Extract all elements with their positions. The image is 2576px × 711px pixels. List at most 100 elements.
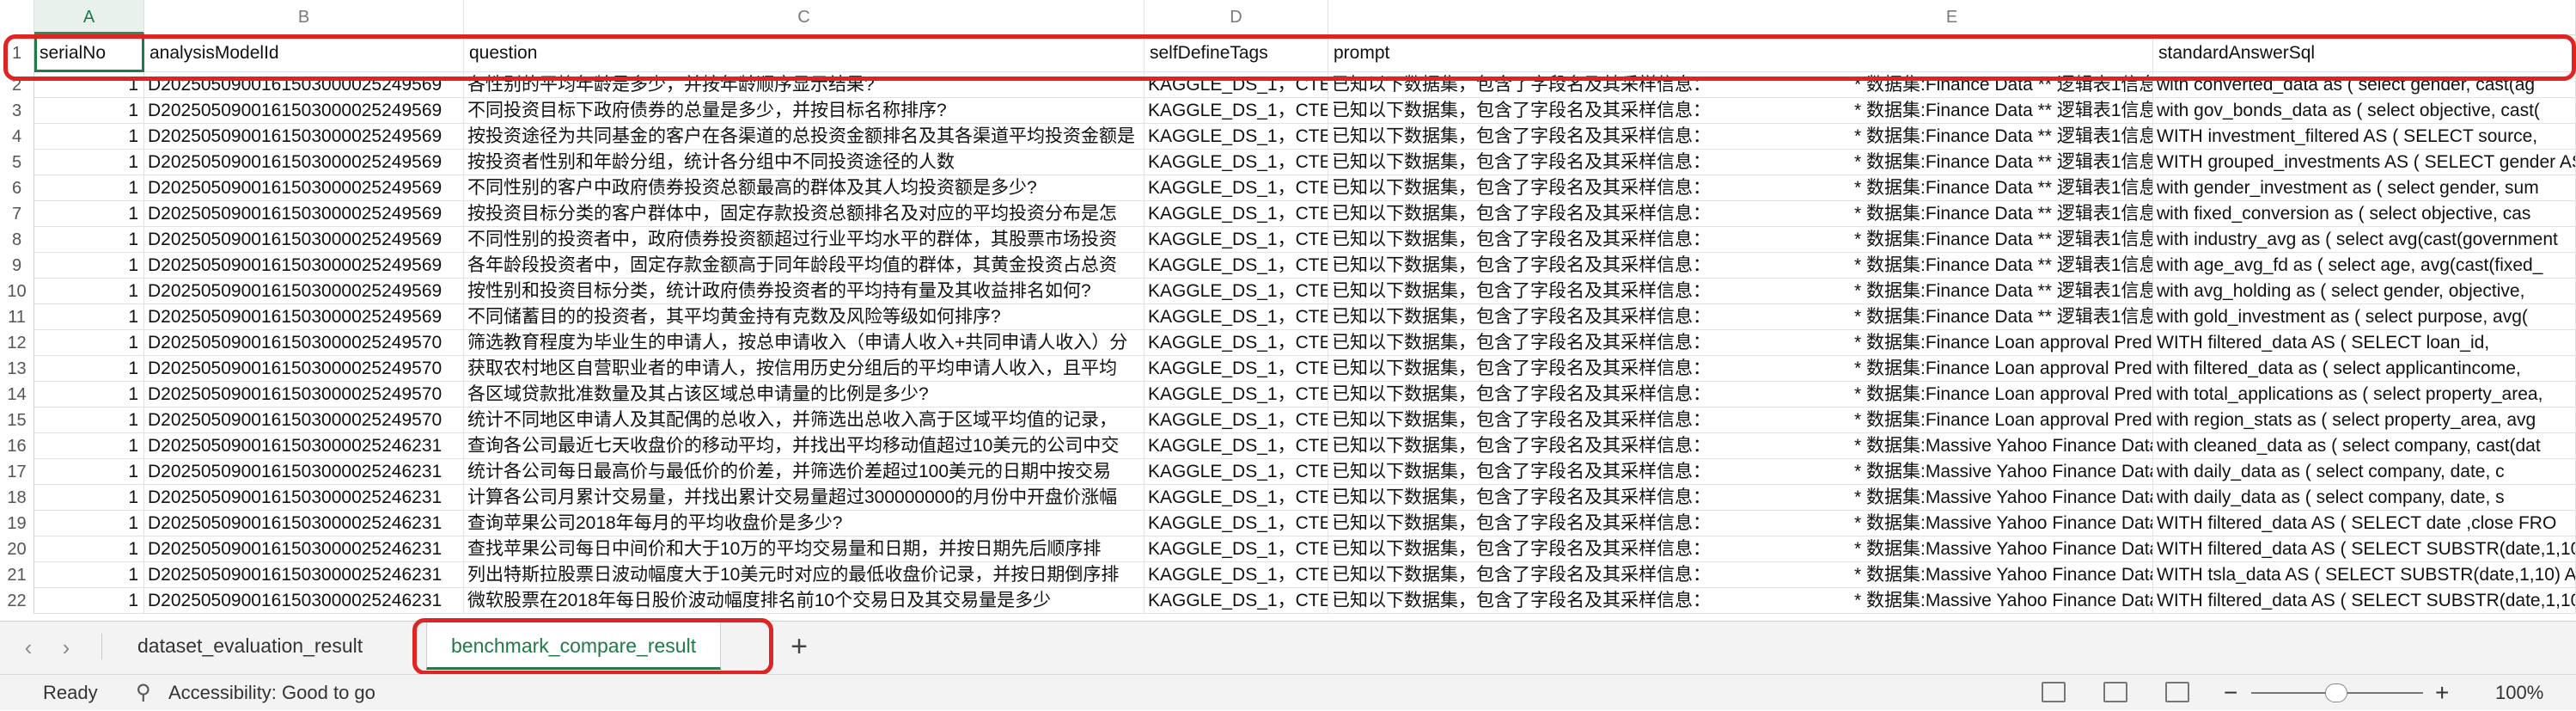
accessibility-status[interactable]: Accessibility: Good to go bbox=[168, 675, 375, 711]
row-number[interactable]: 11 bbox=[0, 304, 34, 330]
table-cell[interactable]: 列出特斯拉股票日波动幅度大于10美元时对应的最低收盘价记录，并按日期倒序排 bbox=[464, 562, 1145, 588]
table-cell[interactable]: 各年龄段投资者中，固定存款金额高于同年龄段平均值的群体，其黄金投资占总资 bbox=[464, 253, 1145, 279]
table-cell[interactable]: 1 bbox=[34, 382, 144, 408]
table-cell[interactable]: * 数据集:Finance Data ** 逻辑表1信息:*** 逻辑表名称 bbox=[1851, 124, 2153, 150]
table-cell[interactable]: D2025050900161503000025249569 bbox=[144, 201, 464, 227]
row-number[interactable]: 21 bbox=[0, 562, 34, 588]
table-cell[interactable]: * 数据集:Finance Data ** 逻辑表1信息:*** 逻辑表名称 bbox=[1851, 253, 2153, 279]
table-cell[interactable]: * 数据集:Massive Yahoo Finance Dataset ** 逻… bbox=[1851, 536, 2153, 562]
table-cell[interactable]: KAGGLE_DS_1，CTE4 bbox=[1145, 433, 1328, 459]
table-cell[interactable]: D2025050900161503000025249569 bbox=[144, 304, 464, 330]
table-cell[interactable]: with gender_investment as ( select gende… bbox=[2153, 175, 2576, 201]
table-cell[interactable]: KAGGLE_DS_1，CTE1 bbox=[1145, 562, 1328, 588]
table-cell[interactable]: D2025050900161503000025249569 bbox=[144, 227, 464, 253]
table-cell[interactable]: with gov_bonds_data as ( select objectiv… bbox=[2153, 98, 2576, 124]
table-cell[interactable]: 1 bbox=[34, 408, 144, 433]
table-cell[interactable]: KAGGLE_DS_1，CTE1 bbox=[1145, 98, 1328, 124]
table-cell[interactable]: D2025050900161503000025249569 bbox=[144, 72, 464, 98]
table-cell[interactable]: 按投资目标分类的客户群体中，固定存款投资总额排名及对应的平均投资分布是怎 bbox=[464, 201, 1145, 227]
table-cell[interactable]: with fixed_conversion as ( select object… bbox=[2153, 201, 2576, 227]
row-number[interactable]: 3 bbox=[0, 98, 34, 124]
accessibility-icon[interactable]: ⚲ bbox=[136, 675, 151, 711]
table-cell[interactable]: * 数据集:Massive Yahoo Finance Dataset ** 逻… bbox=[1851, 511, 2153, 536]
zoom-level[interactable]: 100% bbox=[2495, 675, 2543, 711]
table-cell[interactable]: 1 bbox=[34, 253, 144, 279]
table-cell[interactable]: 查询各公司最近七天收盘价的移动平均，并找出平均移动值超过10美元的公司中交 bbox=[464, 433, 1145, 459]
table-cell[interactable]: with cleaned_data as ( select company, c… bbox=[2153, 433, 2576, 459]
row-number[interactable]: 2 bbox=[0, 72, 34, 98]
row-number[interactable]: 15 bbox=[0, 408, 34, 433]
column-header-d[interactable]: D bbox=[1145, 0, 1328, 34]
table-cell[interactable]: WITH tsla_data AS ( SELECT SUBSTR(date,1… bbox=[2153, 562, 2576, 588]
table-cell[interactable]: * 数据集:Massive Yahoo Finance Dataset ** 逻… bbox=[1851, 562, 2153, 588]
table-cell[interactable]: KAGGLE_DS_1，CTE3 bbox=[1145, 253, 1328, 279]
row-number[interactable]: 14 bbox=[0, 382, 34, 408]
table-cell[interactable]: * 数据集:Finance Loan approval Prediction D… bbox=[1851, 408, 2153, 433]
row-number[interactable]: 8 bbox=[0, 227, 34, 253]
row-number[interactable]: 4 bbox=[0, 124, 34, 150]
table-cell[interactable]: KAGGLE_DS_1，CTE2 bbox=[1145, 124, 1328, 150]
spreadsheet-grid[interactable]: A B C D E 1 serialNo analysisModelId questi… bbox=[0, 0, 2576, 621]
table-cell[interactable]: 1 bbox=[34, 433, 144, 459]
table-cell[interactable]: KAGGLE_DS_1，CTE3 bbox=[1145, 279, 1328, 304]
table-cell[interactable]: 1 bbox=[34, 588, 144, 614]
table-cell[interactable]: 1 bbox=[34, 459, 144, 485]
table-cell[interactable]: WITH filtered_data AS ( SELECT date ,clo… bbox=[2153, 511, 2576, 536]
table-cell[interactable]: D2025050900161503000025249569 bbox=[144, 253, 464, 279]
header-cell-analysismodelid[interactable]: analysisModelId bbox=[144, 34, 464, 72]
table-cell[interactable]: D2025050900161503000025246231 bbox=[144, 562, 464, 588]
page-layout-view-icon[interactable] bbox=[2103, 682, 2127, 702]
row-number[interactable]: 5 bbox=[0, 150, 34, 175]
table-cell[interactable]: 查找苹果公司每日中间价和大于10万的平均交易量和日期，并按日期先后顺序排 bbox=[464, 536, 1145, 562]
table-cell[interactable]: * 数据集:Finance Data ** 逻辑表1信息:*** 逻辑表名称 bbox=[1851, 150, 2153, 175]
row-number[interactable]: 22 bbox=[0, 588, 34, 614]
table-cell[interactable]: KAGGLE_DS_1，CTE1 bbox=[1145, 150, 1328, 175]
table-cell[interactable]: D2025050900161503000025249569 bbox=[144, 150, 464, 175]
select-all-corner[interactable] bbox=[0, 0, 34, 34]
table-cell[interactable]: D2025050900161503000025246231 bbox=[144, 485, 464, 511]
header-cell-question[interactable]: question bbox=[464, 34, 1145, 72]
table-cell[interactable]: 1 bbox=[34, 562, 144, 588]
row-number[interactable]: 19 bbox=[0, 511, 34, 536]
add-sheet-button[interactable]: + bbox=[782, 630, 816, 665]
zoom-out-button[interactable]: − bbox=[2224, 675, 2237, 711]
row-number[interactable]: 20 bbox=[0, 536, 34, 562]
table-cell[interactable]: KAGGLE_DS_1，CTE4 bbox=[1145, 459, 1328, 485]
zoom-slider-thumb[interactable] bbox=[2325, 683, 2347, 702]
table-cell[interactable]: * 数据集:Finance Data ** 逻辑表1信息:*** 逻辑表名称 bbox=[1851, 304, 2153, 330]
table-cell[interactable]: 筛选教育程度为毕业生的申请人，按总申请收入（申请人收入+共同申请人收入）分 bbox=[464, 330, 1145, 356]
table-cell[interactable]: D2025050900161503000025249570 bbox=[144, 356, 464, 382]
table-cell[interactable]: 1 bbox=[34, 150, 144, 175]
next-sheet-arrow-icon[interactable]: › bbox=[53, 634, 79, 661]
table-cell[interactable]: KAGGLE_DS_1，CTE1 bbox=[1145, 536, 1328, 562]
table-cell[interactable]: 不同投资目标下政府债券的总量是多少，并按目标名称排序? bbox=[464, 98, 1145, 124]
table-cell[interactable]: KAGGLE_DS_1，CTE3 bbox=[1145, 201, 1328, 227]
normal-view-icon[interactable] bbox=[2042, 682, 2066, 702]
table-cell[interactable]: 1 bbox=[34, 304, 144, 330]
table-cell[interactable]: WITH filtered_data AS ( SELECT SUBSTR(da… bbox=[2153, 588, 2576, 614]
column-header-c[interactable]: C bbox=[464, 0, 1145, 34]
header-cell-prompt[interactable]: prompt bbox=[1328, 34, 2153, 72]
table-cell[interactable]: 不同性别的客户中政府债券投资总额最高的群体及其人均投资额是多少? bbox=[464, 175, 1145, 201]
header-cell-standardanswersql[interactable]: standardAnswerSql bbox=[2153, 34, 2576, 72]
table-cell[interactable]: KAGGLE_DS_1，CTE4 bbox=[1145, 485, 1328, 511]
row-number[interactable]: 1 bbox=[0, 34, 34, 72]
table-cell[interactable]: 1 bbox=[34, 72, 144, 98]
zoom-in-button[interactable]: + bbox=[2435, 675, 2449, 711]
table-cell[interactable]: KAGGLE_DS_1，CTE2 bbox=[1145, 588, 1328, 614]
table-cell[interactable]: 按性别和投资目标分类，统计政府债券投资者的平均持有量及其收益排名如何? bbox=[464, 279, 1145, 304]
table-cell[interactable]: * 数据集:Massive Yahoo Finance Dataset ** 逻… bbox=[1851, 485, 2153, 511]
table-cell[interactable]: D2025050900161503000025249570 bbox=[144, 382, 464, 408]
table-cell[interactable]: * 数据集:Finance Loan approval Prediction D… bbox=[1851, 356, 2153, 382]
row-number[interactable]: 13 bbox=[0, 356, 34, 382]
prev-sheet-arrow-icon[interactable]: ‹ bbox=[15, 634, 41, 661]
row-number[interactable]: 9 bbox=[0, 253, 34, 279]
table-cell[interactable]: with total_applications as ( select prop… bbox=[2153, 382, 2576, 408]
table-cell[interactable]: * 数据集:Finance Data ** 逻辑表1信息:*** 逻辑表名称 bbox=[1851, 175, 2153, 201]
table-cell[interactable]: KAGGLE_DS_1，CTE1 bbox=[1145, 511, 1328, 536]
table-cell[interactable]: * 数据集:Massive Yahoo Finance Dataset ** 逻… bbox=[1851, 433, 2153, 459]
table-cell[interactable]: 1 bbox=[34, 485, 144, 511]
table-cell[interactable]: 1 bbox=[34, 536, 144, 562]
row-number[interactable]: 17 bbox=[0, 459, 34, 485]
table-cell[interactable]: KAGGLE_DS_1，CTE1 bbox=[1145, 356, 1328, 382]
